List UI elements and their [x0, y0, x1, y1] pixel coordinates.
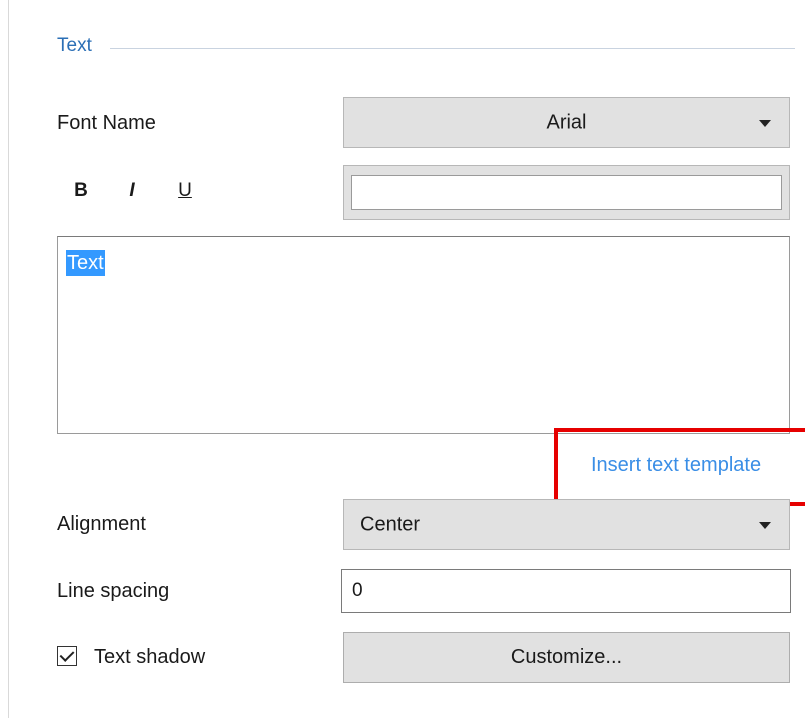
- chevron-down-icon: [759, 521, 771, 529]
- font-name-value: Arial: [546, 111, 587, 133]
- italic-button[interactable]: I: [122, 180, 142, 202]
- alignment-label: Alignment: [57, 513, 146, 535]
- alignment-value: Center: [360, 513, 421, 535]
- checkmark-icon: [59, 647, 75, 662]
- group-divider: [110, 48, 795, 49]
- bold-button[interactable]: B: [71, 180, 91, 202]
- font-name-label: Font Name: [57, 112, 156, 134]
- text-settings-panel: Text Font Name Arial B I U Text Insert t…: [0, 0, 805, 718]
- group-title: Text: [57, 35, 92, 56]
- font-name-dropdown[interactable]: Arial: [343, 97, 790, 148]
- font-color-picker[interactable]: [343, 165, 790, 220]
- line-spacing-value: 0: [352, 580, 363, 601]
- chevron-down-icon: [759, 119, 771, 127]
- font-color-swatch: [351, 175, 782, 210]
- insert-text-template-link[interactable]: Insert text template: [591, 454, 761, 477]
- alignment-dropdown[interactable]: Center: [343, 499, 790, 550]
- customize-button[interactable]: Customize...: [343, 632, 790, 683]
- underline-button[interactable]: U: [175, 180, 195, 202]
- text-shadow-checkbox[interactable]: [57, 646, 77, 666]
- text-content-input[interactable]: Text: [57, 236, 790, 434]
- panel-left-border: [8, 0, 9, 718]
- text-shadow-label: Text shadow: [94, 646, 206, 668]
- line-spacing-label: Line spacing: [57, 580, 170, 602]
- selected-text: Text: [66, 250, 105, 276]
- line-spacing-input[interactable]: 0: [341, 569, 791, 613]
